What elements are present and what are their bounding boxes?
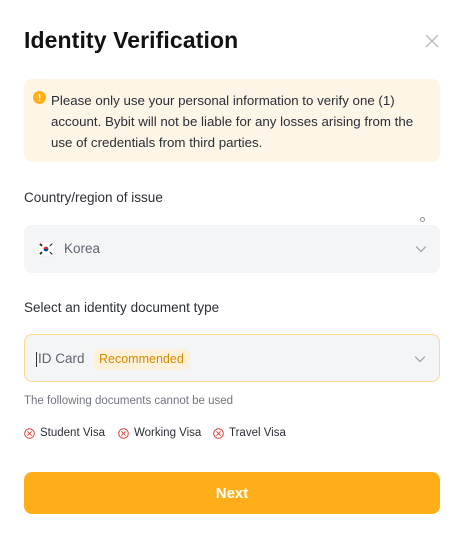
chevron-down-icon: [414, 242, 428, 256]
restricted-document-label: Student Visa: [40, 427, 106, 439]
country-value: Korea: [64, 241, 101, 256]
dialog-title: Identity Verification: [24, 27, 239, 53]
x-circle-icon: [213, 427, 224, 439]
warning-icon: [33, 91, 46, 104]
korea-flag-icon: [37, 241, 55, 257]
identity-verification-dialog: Identity Verification Please only use yo…: [0, 0, 469, 540]
document-type-select[interactable]: ID Card Recommended: [24, 334, 440, 382]
restricted-document-item: Student Visa: [24, 425, 105, 441]
close-icon[interactable]: [422, 31, 442, 51]
x-circle-icon: [24, 427, 35, 439]
recommended-badge: Recommended: [94, 349, 189, 370]
restrictions-hint: The following documents cannot be used: [24, 395, 234, 407]
restricted-document-label: Working Visa: [134, 427, 202, 439]
restricted-document-label: Travel Visa: [229, 427, 286, 439]
x-circle-icon: [118, 427, 129, 439]
document-type-label: Select an identity document type: [24, 300, 220, 315]
country-select[interactable]: Korea: [24, 225, 440, 273]
restricted-document-item: Working Visa: [118, 425, 201, 441]
next-button[interactable]: Next: [24, 472, 440, 514]
restricted-document-item: Travel Visa: [213, 425, 286, 441]
document-type-value: ID Card: [38, 351, 85, 366]
country-label: Country/region of issue: [24, 190, 163, 205]
text-cursor: [36, 352, 37, 367]
indicator-dot: [420, 217, 425, 222]
warning-notice: Please only use your personal informatio…: [24, 79, 440, 162]
notice-text: Please only use your personal informatio…: [51, 93, 414, 150]
chevron-down-icon: [413, 352, 427, 366]
